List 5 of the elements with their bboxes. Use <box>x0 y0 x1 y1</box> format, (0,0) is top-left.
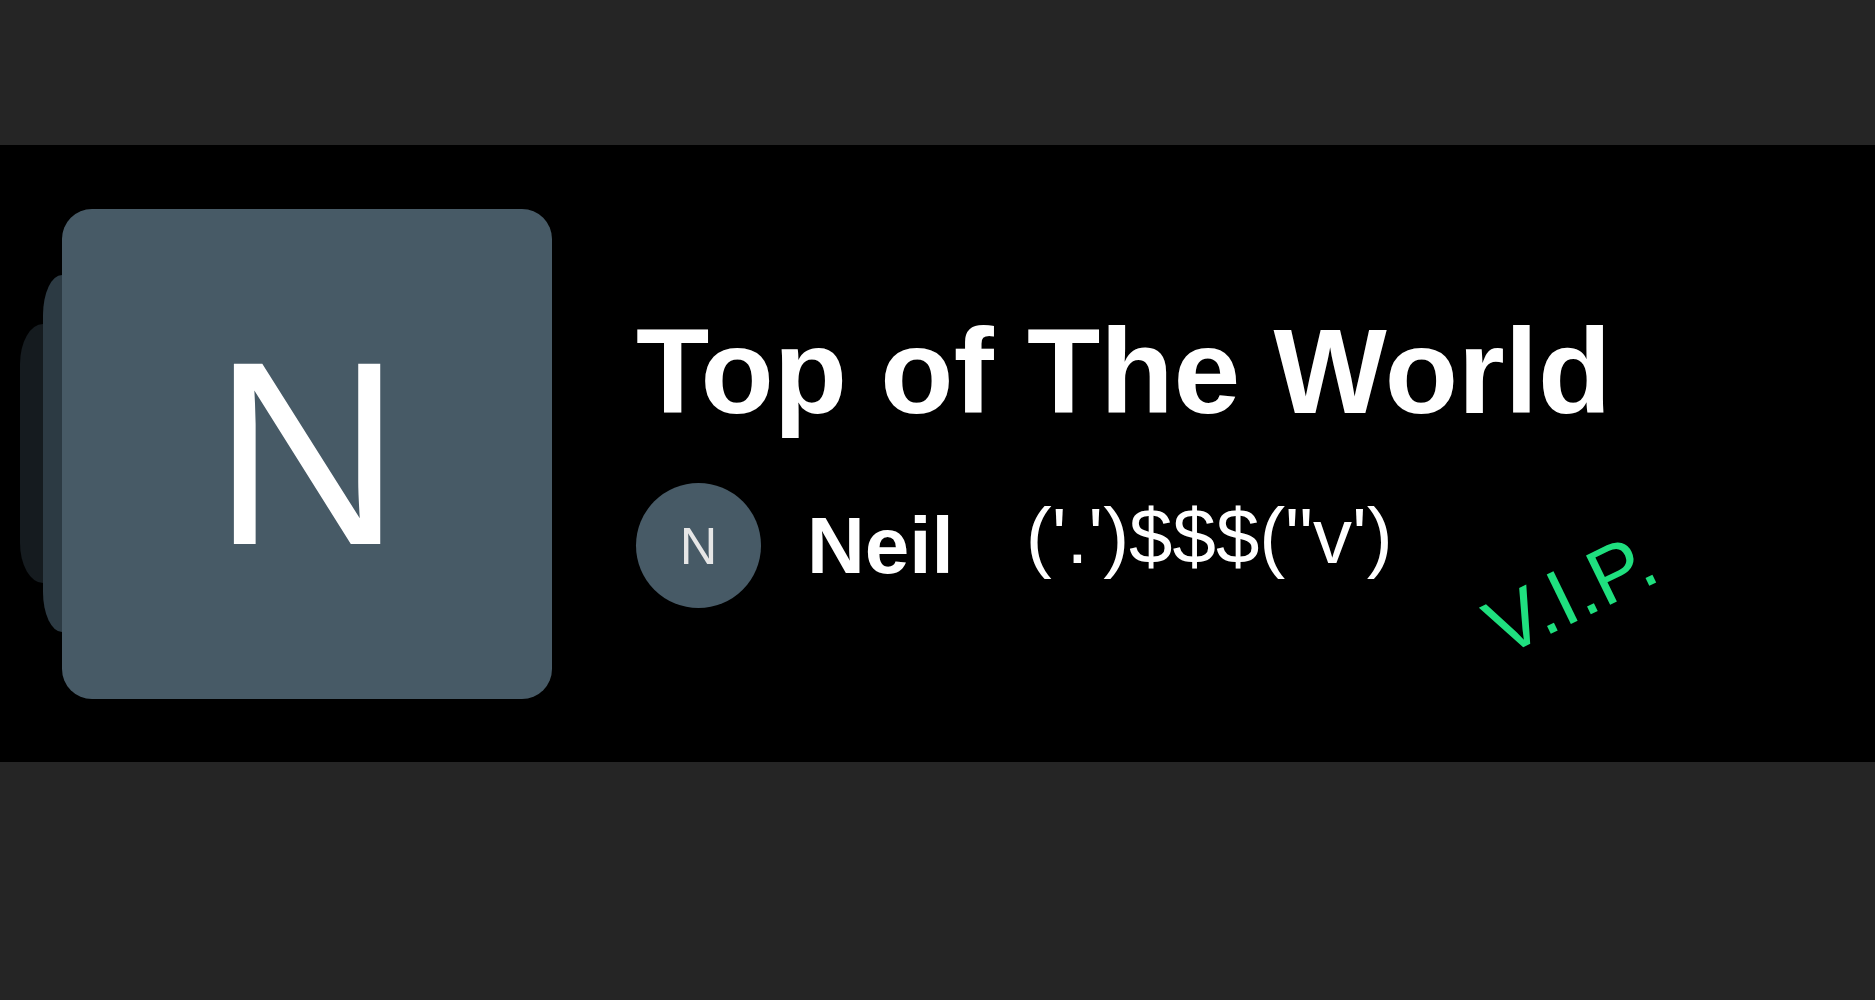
avatar-initial: N <box>679 519 718 572</box>
cover-initial: N <box>212 322 402 585</box>
vip-label: V.I.P. <box>1473 519 1669 669</box>
author-name: Neil <box>807 505 954 586</box>
title: Top of The World <box>636 303 1612 440</box>
